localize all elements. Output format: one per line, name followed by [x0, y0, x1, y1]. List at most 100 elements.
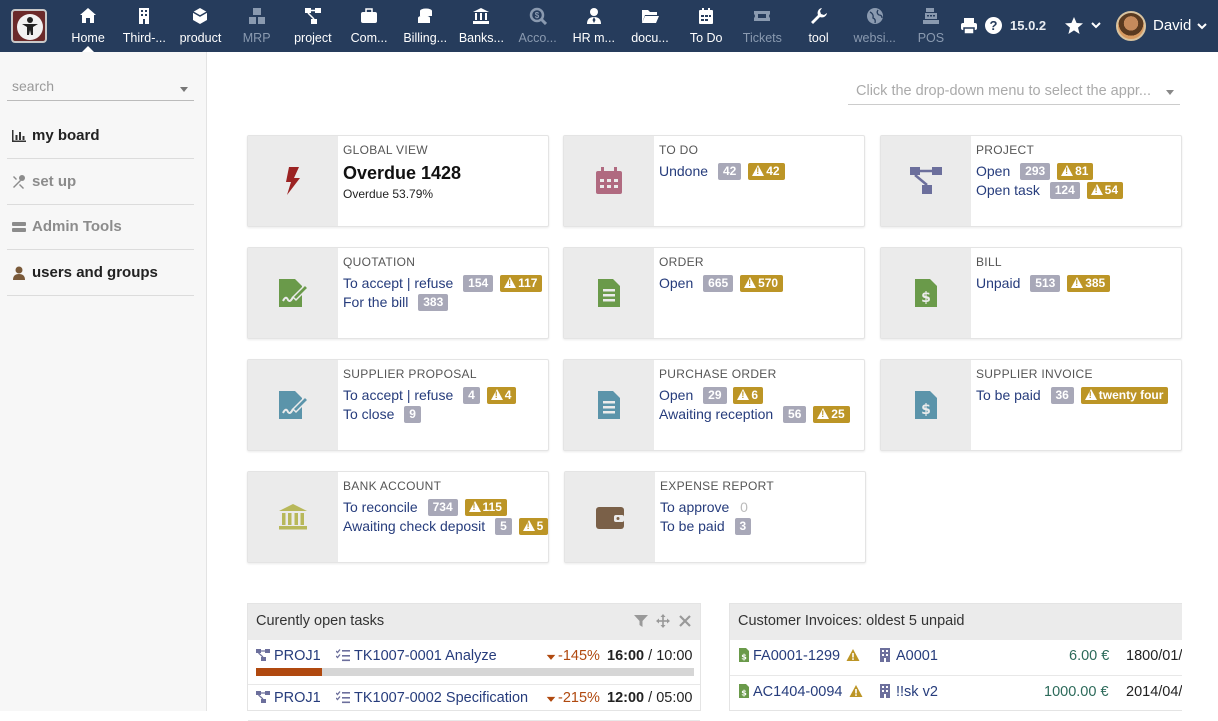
box-order[interactable]: ORDER Open 665 570: [563, 247, 865, 339]
box-line-open[interactable]: Open 665 570: [659, 274, 784, 292]
invoice-row[interactable]: $ AC1404-0094 !!sk v2 1000.00 € 2014/04/: [730, 676, 1182, 710]
count-badge[interactable]: 56: [783, 405, 807, 423]
menu-item-building[interactable]: Third-...: [116, 0, 172, 52]
menu-item-globe[interactable]: websi...: [847, 0, 903, 52]
sidebar-search[interactable]: [7, 78, 194, 101]
warning-badge[interactable]: twenty four: [1080, 386, 1169, 404]
sidebar-item-setup[interactable]: set up: [7, 160, 194, 205]
box-line-open-task[interactable]: Open task 124 54: [976, 181, 1123, 199]
menu-item-ticket[interactable]: Tickets: [734, 0, 790, 52]
menu-item-sitemap[interactable]: project: [285, 0, 341, 52]
box-line-open[interactable]: Open 29 6: [659, 386, 764, 404]
box-line-to-close[interactable]: To close 9: [343, 405, 421, 423]
box-project[interactable]: PROJECT Open 293 81 Open task 124 54: [880, 135, 1182, 227]
sidebar-item-admin-tools[interactable]: Admin Tools: [7, 205, 194, 250]
box-line-to-be-paid[interactable]: To be paid 3: [660, 517, 752, 535]
box-quotation[interactable]: QUOTATION To accept | refuse 154 117 For…: [247, 247, 549, 339]
overdue-total[interactable]: Overdue 1428: [343, 163, 461, 184]
warning-badge[interactable]: 6: [733, 386, 764, 404]
count-badge[interactable]: 3: [734, 517, 752, 535]
invoice-link[interactable]: $ AC1404-0094: [737, 684, 867, 700]
count-badge[interactable]: 36: [1050, 386, 1074, 404]
project-link[interactable]: PROJ1: [256, 690, 321, 706]
box-line-undone[interactable]: Undone 42 42: [659, 162, 785, 180]
box-supplier-invoice[interactable]: $ SUPPLIER INVOICE To be paid 36 twenty …: [880, 359, 1182, 451]
menu-item-folder-open[interactable]: docu...: [622, 0, 678, 52]
box-line-awaiting-check-deposit[interactable]: Awaiting check deposit 5 5: [343, 517, 549, 535]
menu-item-cube[interactable]: product: [172, 0, 228, 52]
bookmark-chevron-down-icon[interactable]: [1090, 19, 1102, 31]
menu-item-bank[interactable]: Banks...: [453, 0, 509, 52]
menu-item-home[interactable]: Home: [60, 0, 116, 52]
warning-badge[interactable]: 54: [1086, 181, 1123, 199]
menu-item-calendar[interactable]: To Do: [678, 0, 734, 52]
box-bank-account[interactable]: BANK ACCOUNT To reconcile 734 115 Awaiti…: [247, 471, 549, 563]
box-line-open[interactable]: Open 293 81: [976, 162, 1094, 180]
filter-caret-icon[interactable]: [1166, 90, 1174, 95]
warning-badge[interactable]: 570: [740, 274, 784, 292]
print-icon[interactable]: [960, 17, 978, 35]
user-chevron-down-icon[interactable]: [1196, 20, 1208, 32]
close-icon[interactable]: [678, 614, 692, 628]
sidebar-item-my-board[interactable]: my board: [7, 114, 194, 159]
count-badge[interactable]: 5: [495, 517, 512, 535]
customer-link[interactable]: !!sk v2: [878, 684, 938, 700]
move-icon[interactable]: [656, 614, 670, 628]
count-badge[interactable]: 383: [418, 293, 449, 311]
invoice-row[interactable]: $ FA0001-1299 A0001 6.00 € 1800/01/: [730, 640, 1182, 676]
menu-item-user-tie[interactable]: HR m...: [566, 0, 622, 52]
app-logo[interactable]: [11, 9, 47, 43]
customer-link[interactable]: A0001: [878, 648, 938, 664]
task-link[interactable]: TK1007-0002 Specification: [336, 690, 528, 706]
count-badge[interactable]: 734: [427, 498, 458, 516]
count-badge[interactable]: 4: [463, 386, 480, 404]
warning-badge[interactable]: 385: [1067, 274, 1111, 292]
warning-badge[interactable]: 81: [1057, 162, 1094, 180]
menu-item-suitcase[interactable]: Com...: [341, 0, 397, 52]
menu-item-cubes[interactable]: MRP: [229, 0, 285, 52]
box-line-awaiting-reception[interactable]: Awaiting reception 56 25: [659, 405, 850, 423]
warning-badge[interactable]: 4: [486, 386, 517, 404]
search-dropdown-caret-icon[interactable]: [180, 87, 188, 92]
sidebar-item-users-and-groups[interactable]: users and groups: [7, 251, 194, 296]
box-purchase-order[interactable]: PURCHASE ORDER Open 29 6 Awaiting recept…: [563, 359, 865, 451]
task-row[interactable]: PROJ1 TK1007-0001 Analyze -145% 16:00 / …: [248, 640, 700, 685]
box-global-view[interactable]: GLOBAL VIEW Overdue 1428 Overdue 53.79%: [247, 135, 549, 227]
warning-badge[interactable]: 117: [500, 274, 543, 292]
task-link[interactable]: TK1007-0001 Analyze: [336, 648, 497, 664]
box-line-to-accept[interactable]: To accept | refuse 154 117: [343, 274, 543, 292]
warning-badge[interactable]: 5: [518, 517, 549, 535]
bookmark-star-icon[interactable]: [1064, 16, 1084, 36]
help-icon[interactable]: ?: [985, 17, 1002, 34]
board-filter-select[interactable]: Click the drop-down menu to select the a…: [848, 80, 1180, 105]
box-line-unpaid[interactable]: Unpaid 513 385: [976, 274, 1111, 292]
warning-badge[interactable]: 25: [813, 405, 850, 423]
warning-badge[interactable]: 115: [464, 498, 507, 516]
menu-item-wrench[interactable]: tool: [790, 0, 846, 52]
box-line-to-reconcile[interactable]: To reconcile 734 115: [343, 498, 507, 516]
user-avatar[interactable]: [1116, 11, 1146, 41]
count-badge[interactable]: 124: [1049, 181, 1080, 199]
box-todo[interactable]: TO DO Undone 42 42: [563, 135, 865, 227]
search-input[interactable]: [7, 78, 167, 94]
box-line-to-approve[interactable]: To approve 0: [660, 498, 748, 515]
warning-badge[interactable]: 42: [748, 162, 785, 180]
count-badge[interactable]: 513: [1030, 274, 1061, 292]
menu-item-coins[interactable]: Billing...: [397, 0, 453, 52]
count-badge[interactable]: 293: [1020, 162, 1051, 180]
count-badge[interactable]: 154: [463, 274, 494, 292]
box-bill[interactable]: $ BILL Unpaid 513 385: [880, 247, 1182, 339]
box-line-for-the-bill[interactable]: For the bill 383: [343, 293, 449, 311]
menu-item-cash-register[interactable]: POS: [903, 0, 959, 52]
menu-item-search-dollar[interactable]: $ Acco...: [510, 0, 566, 52]
user-name[interactable]: David: [1153, 17, 1191, 34]
box-line-to-accept[interactable]: To accept | refuse 4 4: [343, 386, 517, 404]
count-badge[interactable]: 42: [717, 162, 742, 180]
count-badge[interactable]: 29: [703, 386, 727, 404]
filter-icon[interactable]: [634, 614, 648, 628]
box-line-to-be-paid[interactable]: To be paid 36 twenty four: [976, 386, 1169, 404]
box-expense-report[interactable]: EXPENSE REPORT To approve 0 To be paid 3: [564, 471, 866, 563]
count-badge[interactable]: 9: [404, 405, 421, 423]
invoice-link[interactable]: $ FA0001-1299: [737, 648, 864, 664]
task-row[interactable]: PROJ1 TK1007-0002 Specification -215% 12…: [248, 685, 700, 721]
